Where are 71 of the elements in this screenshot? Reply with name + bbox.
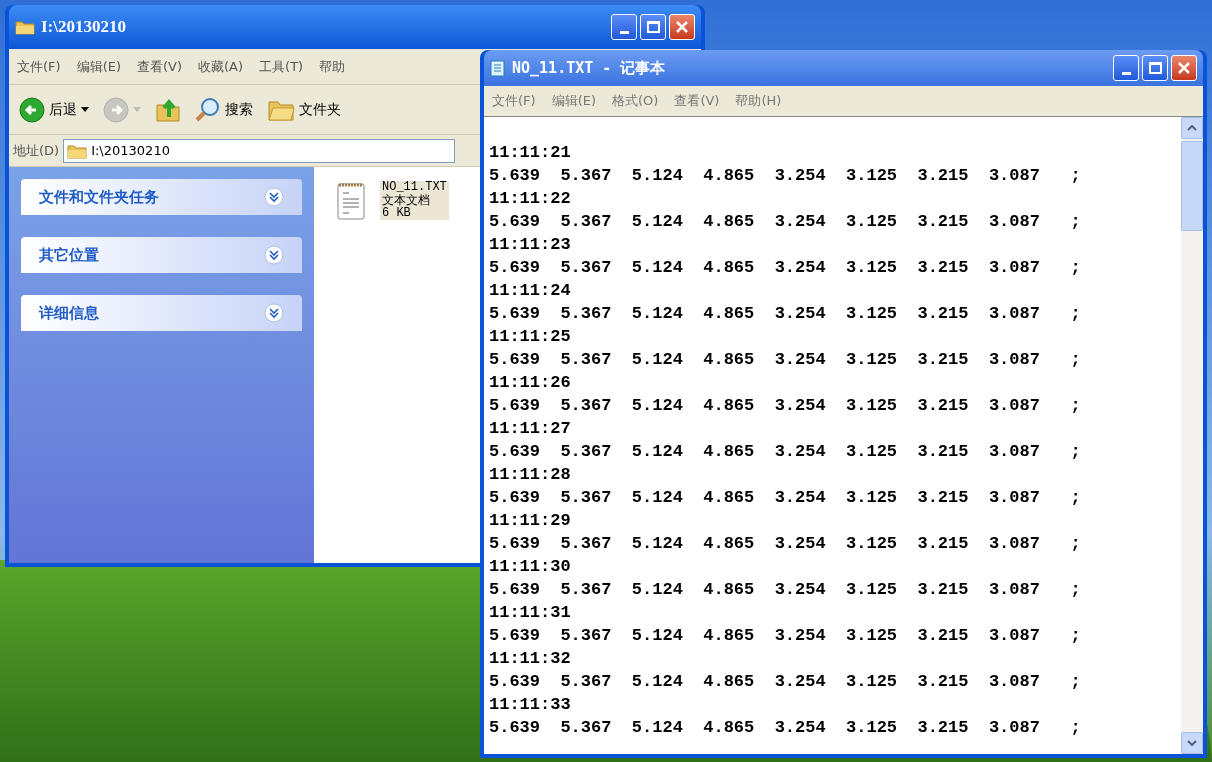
text-line: 11:11:32 — [489, 648, 572, 670]
dropdown-caret-icon[interactable] — [81, 107, 89, 112]
text-line: 5.639 5.367 5.124 4.865 3.254 3.125 3.215 3.087 ; — [489, 349, 1082, 371]
menu-item[interactable]: 编辑(E) — [551, 91, 596, 111]
toolbar-button[interactable]: 搜索 — [193, 96, 255, 123]
chevron-down-icon[interactable] — [264, 303, 284, 323]
task-section-header[interactable]: 文件和文件夹任务 — [21, 179, 302, 215]
menu-item[interactable]: 帮助(H) — [735, 91, 782, 111]
folder-icon — [15, 19, 35, 35]
scroll-thumb[interactable] — [1181, 141, 1203, 231]
address-label: 地址(D) — [13, 141, 60, 160]
window-title: I:\20130210 — [41, 16, 126, 39]
menu-item[interactable]: 格式(O) — [612, 91, 659, 111]
scroll-down-button[interactable] — [1181, 732, 1203, 754]
task-section-header[interactable]: 其它位置 — [21, 237, 302, 273]
text-file-icon — [336, 181, 368, 221]
menu-item[interactable]: 工具(T) — [259, 56, 304, 77]
text-line: 11:11:22 — [489, 188, 572, 210]
window-title: NO_11.TXT - 记事本 — [512, 57, 666, 79]
text-line: 11:11:25 — [489, 326, 572, 348]
text-line: 5.639 5.367 5.124 4.865 3.254 3.125 3.215 3.087 ; — [489, 303, 1082, 325]
menu-item[interactable]: 文件(F) — [17, 56, 61, 77]
file-size: 6 KB — [382, 207, 412, 220]
search-icon[interactable] — [195, 96, 221, 123]
maximize-button[interactable] — [640, 14, 666, 40]
scrollbar[interactable] — [1181, 117, 1203, 754]
address-field[interactable]: I:\20130210 — [63, 138, 456, 163]
menu-item[interactable]: 查看(V) — [674, 91, 720, 111]
file-type: 文本文档 — [382, 194, 431, 207]
toolbar-button[interactable]: 后退 — [17, 96, 91, 123]
chevron-down-icon[interactable] — [264, 245, 284, 265]
toolbar-button[interactable]: 文件夹 — [265, 97, 343, 122]
menu-item[interactable]: 文件(F) — [492, 91, 536, 111]
task-section-header[interactable]: 详细信息 — [21, 295, 302, 331]
chevron-down-icon[interactable] — [264, 187, 284, 207]
text-line: 11:11:24 — [489, 280, 572, 302]
text-line: 11:11:23 — [489, 234, 572, 256]
text-line: 5.639 5.367 5.124 4.865 3.254 3.125 3.215 3.087 ; — [489, 579, 1082, 601]
text-line: 5.639 5.367 5.124 4.865 3.254 3.125 3.215 3.087 ; — [489, 671, 1082, 693]
text-line: 5.639 5.367 5.124 4.865 3.254 3.125 3.215 3.087 ; — [489, 533, 1082, 555]
menu-item[interactable]: 编辑(E) — [76, 56, 121, 77]
text-line: 5.639 5.367 5.124 4.865 3.254 3.125 3.215 3.087 ; — [489, 717, 1082, 739]
menu-item[interactable]: 收藏(A) — [198, 56, 244, 77]
text-line: 11:11:26 — [489, 372, 572, 394]
text-line: 11:11:21 — [489, 142, 572, 164]
notepad-icon — [490, 59, 506, 77]
menu-item[interactable]: 帮助 — [319, 56, 346, 77]
text-line: 11:11:31 — [489, 602, 572, 624]
text-line: 11:11:30 — [489, 556, 572, 578]
close-button[interactable] — [1171, 55, 1197, 81]
scroll-up-button[interactable] — [1181, 117, 1203, 139]
text-line: 11:11:29 — [489, 510, 572, 532]
text-line: 5.639 5.367 5.124 4.865 3.254 3.125 3.215 3.087 ; — [489, 257, 1082, 279]
menu-item[interactable]: 查看(V) — [137, 56, 183, 77]
text-line: 5.639 5.367 5.124 4.865 3.254 3.125 3.215 3.087 ; — [489, 211, 1082, 233]
minimize-button[interactable] — [1113, 55, 1139, 81]
text-line: 5.639 5.367 5.124 4.865 3.254 3.125 3.215 3.087 ; — [489, 441, 1082, 463]
text-line: 5.639 5.367 5.124 4.865 3.254 3.125 3.215 3.087 ; — [489, 165, 1082, 187]
close-icon[interactable] — [675, 20, 689, 34]
text-line: 5.639 5.367 5.124 4.865 3.254 3.125 3.215 3.087 ; — [489, 625, 1082, 647]
text-line: 5.639 5.367 5.124 4.865 3.254 3.125 3.215 3.087 ; — [489, 487, 1082, 509]
folder-icon — [67, 142, 88, 159]
close-button[interactable] — [669, 14, 695, 40]
file-name: NO_11.TXT — [382, 181, 447, 194]
maximize-button[interactable] — [1142, 55, 1168, 81]
text-line: 5.639 5.367 5.124 4.865 3.254 3.125 3.215 3.087 ; — [489, 395, 1082, 417]
close-icon[interactable] — [1177, 61, 1191, 75]
minimize-button[interactable] — [611, 14, 637, 40]
text-line: 11:11:27 — [489, 418, 572, 440]
text-line: 11:11:28 — [489, 464, 572, 486]
text-line: 11:11:33 — [489, 694, 572, 716]
